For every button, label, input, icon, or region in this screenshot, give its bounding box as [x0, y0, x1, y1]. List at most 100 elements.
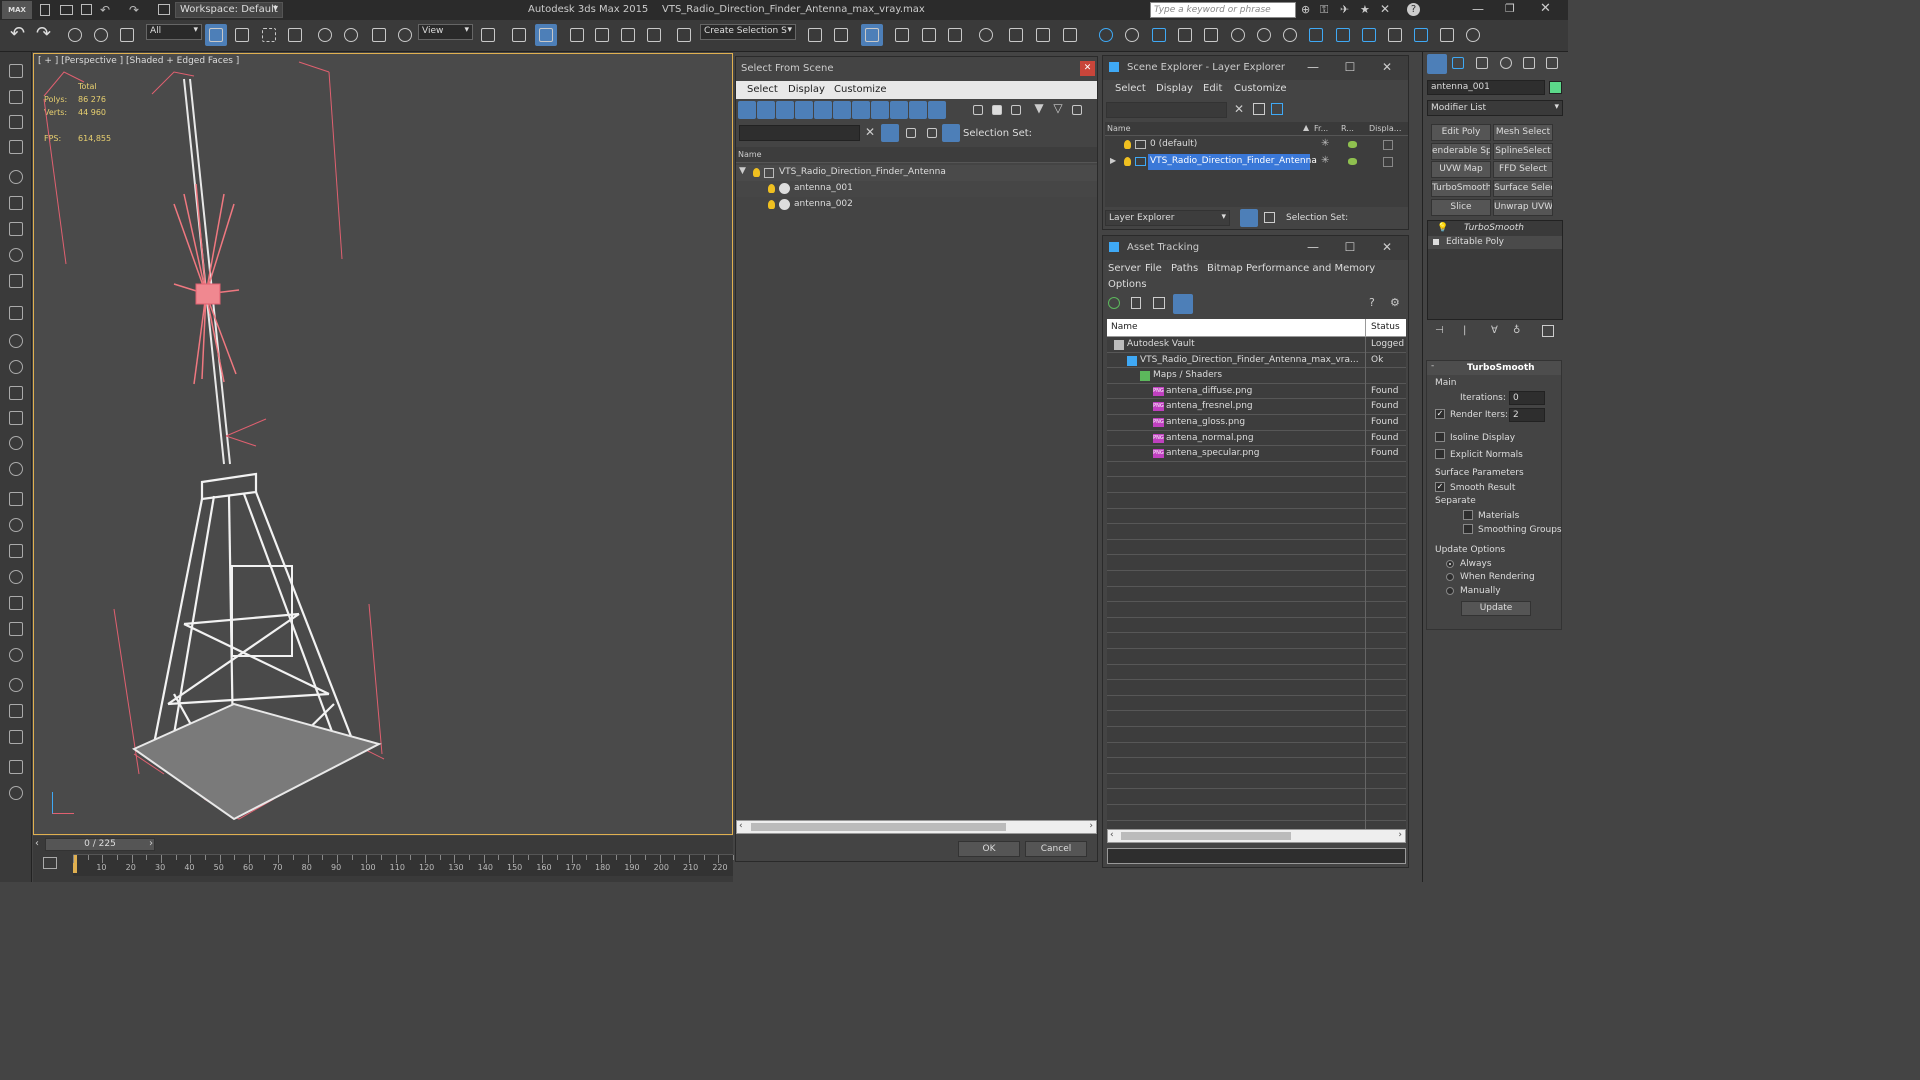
- modifier-list-dropdown[interactable]: Modifier List ▾: [1427, 100, 1563, 116]
- menu-display[interactable]: Display: [1156, 83, 1193, 94]
- selection-set-icon[interactable]: [942, 124, 960, 142]
- display-groups-icon[interactable]: [852, 101, 870, 119]
- modify-tab-icon[interactable]: [1449, 54, 1469, 74]
- rotate-icon[interactable]: [340, 24, 362, 46]
- asset-row[interactable]: PNG antena_diffuse.png Found: [1107, 384, 1406, 400]
- find-input[interactable]: [739, 125, 860, 141]
- scale-icon[interactable]: [368, 24, 390, 46]
- spline-select-button[interactable]: SplineSelect: [1493, 143, 1553, 160]
- expand-arrow-icon[interactable]: ▶: [1110, 156, 1116, 165]
- vray-proxy-icon[interactable]: [1200, 24, 1222, 46]
- keyboard-shortcut-override-icon[interactable]: [535, 24, 557, 46]
- percent-snap-icon[interactable]: [617, 24, 639, 46]
- display-geometry-icon[interactable]: [738, 101, 756, 119]
- vray-sun-icon[interactable]: [1121, 24, 1143, 46]
- spinner-snap-icon[interactable]: [643, 24, 665, 46]
- column-divider[interactable]: [1365, 319, 1366, 337]
- asset-row[interactable]: Maps / Shaders: [1107, 368, 1406, 384]
- display-box-icon[interactable]: [1383, 157, 1393, 167]
- scroll-thumb[interactable]: [751, 823, 1006, 831]
- next-frame-button[interactable]: ›: [149, 838, 153, 849]
- slate-material-editor-icon[interactable]: [1005, 24, 1027, 46]
- menu-server[interactable]: Server: [1108, 263, 1141, 274]
- material-editor-icon[interactable]: [975, 24, 997, 46]
- display-tab-icon[interactable]: [1520, 54, 1540, 74]
- unwrap-uvw-button[interactable]: Unwrap UVW: [1493, 199, 1553, 216]
- turbosmooth-button[interactable]: TurboSmooth: [1431, 180, 1491, 197]
- light-bulb-icon[interactable]: [1124, 157, 1131, 166]
- column-name-header[interactable]: Name: [1111, 322, 1138, 332]
- menu-customize[interactable]: Customize: [834, 84, 887, 95]
- update-manually-radio[interactable]: [1446, 587, 1454, 595]
- configure-sets-icon[interactable]: [1542, 325, 1554, 337]
- render-teapot-icon[interactable]: [1348, 141, 1357, 148]
- menu-edit[interactable]: Edit: [1203, 83, 1222, 94]
- tree-row[interactable]: antenna_002: [736, 197, 1097, 213]
- tree-row[interactable]: ▼ VTS_Radio_Direction_Finder_Antenna: [736, 165, 1097, 181]
- helpers-icon[interactable]: [5, 218, 27, 240]
- perspective-viewport[interactable]: [ + ] [Perspective ] [Shaded + Edged Fac…: [33, 53, 733, 835]
- select-manipulate-icon[interactable]: [508, 24, 530, 46]
- update-when-rendering-radio[interactable]: [1446, 573, 1454, 581]
- camera-icon[interactable]: [5, 192, 27, 214]
- filter-funnel-icon[interactable]: ▼: [1030, 101, 1048, 119]
- render-teapot-icon[interactable]: [1348, 158, 1357, 165]
- select-children-icon[interactable]: [1253, 103, 1265, 115]
- window-crossing-icon[interactable]: [284, 24, 306, 46]
- new-layer-icon[interactable]: [1271, 103, 1283, 115]
- horizontal-scrollbar[interactable]: ‹ ›: [736, 820, 1097, 834]
- vray-light-icon[interactable]: [1095, 24, 1117, 46]
- name-column-header[interactable]: Name: [736, 147, 1097, 163]
- pivot-center-icon[interactable]: [477, 24, 499, 46]
- close-icon[interactable]: ✕: [1372, 56, 1402, 78]
- stack-item[interactable]: 💡 TurboSmooth: [1428, 222, 1562, 235]
- find-settings-icon[interactable]: [902, 124, 920, 142]
- settings-icon[interactable]: ⚙: [1390, 296, 1400, 309]
- sky-icon[interactable]: [5, 458, 27, 480]
- column-frozen-header[interactable]: Fr...: [1314, 124, 1328, 133]
- vray-dome-icon[interactable]: [1253, 24, 1275, 46]
- hemisphere-icon[interactable]: [5, 330, 27, 352]
- workspace-dropdown[interactable]: Workspace: Default ▾: [175, 2, 283, 18]
- frozen-snowflake-icon[interactable]: ✳: [1321, 155, 1329, 166]
- smooth-result-checkbox[interactable]: ✓: [1435, 482, 1445, 492]
- vray-camera-icon[interactable]: [1436, 24, 1458, 46]
- expand-arrow-icon[interactable]: ▼: [739, 166, 746, 176]
- new-file-icon[interactable]: [40, 4, 50, 16]
- binoculars-icon[interactable]: ⊕: [1301, 3, 1310, 16]
- materials-checkbox[interactable]: [1463, 510, 1473, 520]
- edit-poly-button[interactable]: Edit Poly: [1431, 124, 1491, 141]
- link-icon[interactable]: [64, 24, 86, 46]
- column-display-header[interactable]: Displa...: [1369, 124, 1401, 133]
- display-spacewarps-icon[interactable]: [833, 101, 851, 119]
- asset-row[interactable]: PNG antena_gloss.png Found: [1107, 415, 1406, 431]
- snaps-toggle-icon[interactable]: [566, 24, 588, 46]
- asset-row[interactable]: PNG antena_normal.png Found: [1107, 431, 1406, 447]
- rollout-header[interactable]: - TurboSmooth: [1427, 361, 1561, 375]
- refresh-icon[interactable]: [1108, 297, 1120, 309]
- vray-plane-icon[interactable]: [1174, 24, 1196, 46]
- light-bulb-icon[interactable]: [1124, 140, 1131, 149]
- sun-icon[interactable]: [5, 432, 27, 454]
- layer-manager-icon[interactable]: [861, 24, 883, 46]
- particles-icon[interactable]: [5, 488, 27, 510]
- display-bones-icon[interactable]: [890, 101, 908, 119]
- undo-small-icon[interactable]: ↶: [100, 3, 110, 17]
- scene-explorer-find-input[interactable]: [1106, 102, 1227, 118]
- mesh-select-button[interactable]: Mesh Select: [1493, 124, 1553, 141]
- render-production-icon[interactable]: [1059, 24, 1081, 46]
- display-xrefs-icon[interactable]: [871, 101, 889, 119]
- close-icon[interactable]: ✕: [1080, 61, 1095, 76]
- subscription-icon[interactable]: ✈: [1340, 3, 1349, 16]
- maximize-icon[interactable]: ☐: [1335, 56, 1365, 78]
- update-always-radio[interactable]: [1446, 560, 1454, 568]
- vray-light-lister-icon[interactable]: [1462, 24, 1484, 46]
- mass-fx-icon[interactable]: [5, 566, 27, 588]
- asset-horizontal-scrollbar[interactable]: ‹ ›: [1107, 829, 1406, 843]
- ok-button[interactable]: OK: [958, 841, 1020, 857]
- menu-select[interactable]: Select: [747, 84, 778, 95]
- foliage-icon[interactable]: [5, 592, 27, 614]
- bind-spacewarp-icon[interactable]: [116, 24, 138, 46]
- column-name-header[interactable]: Name: [1107, 124, 1131, 133]
- display-containers-icon[interactable]: [909, 101, 927, 119]
